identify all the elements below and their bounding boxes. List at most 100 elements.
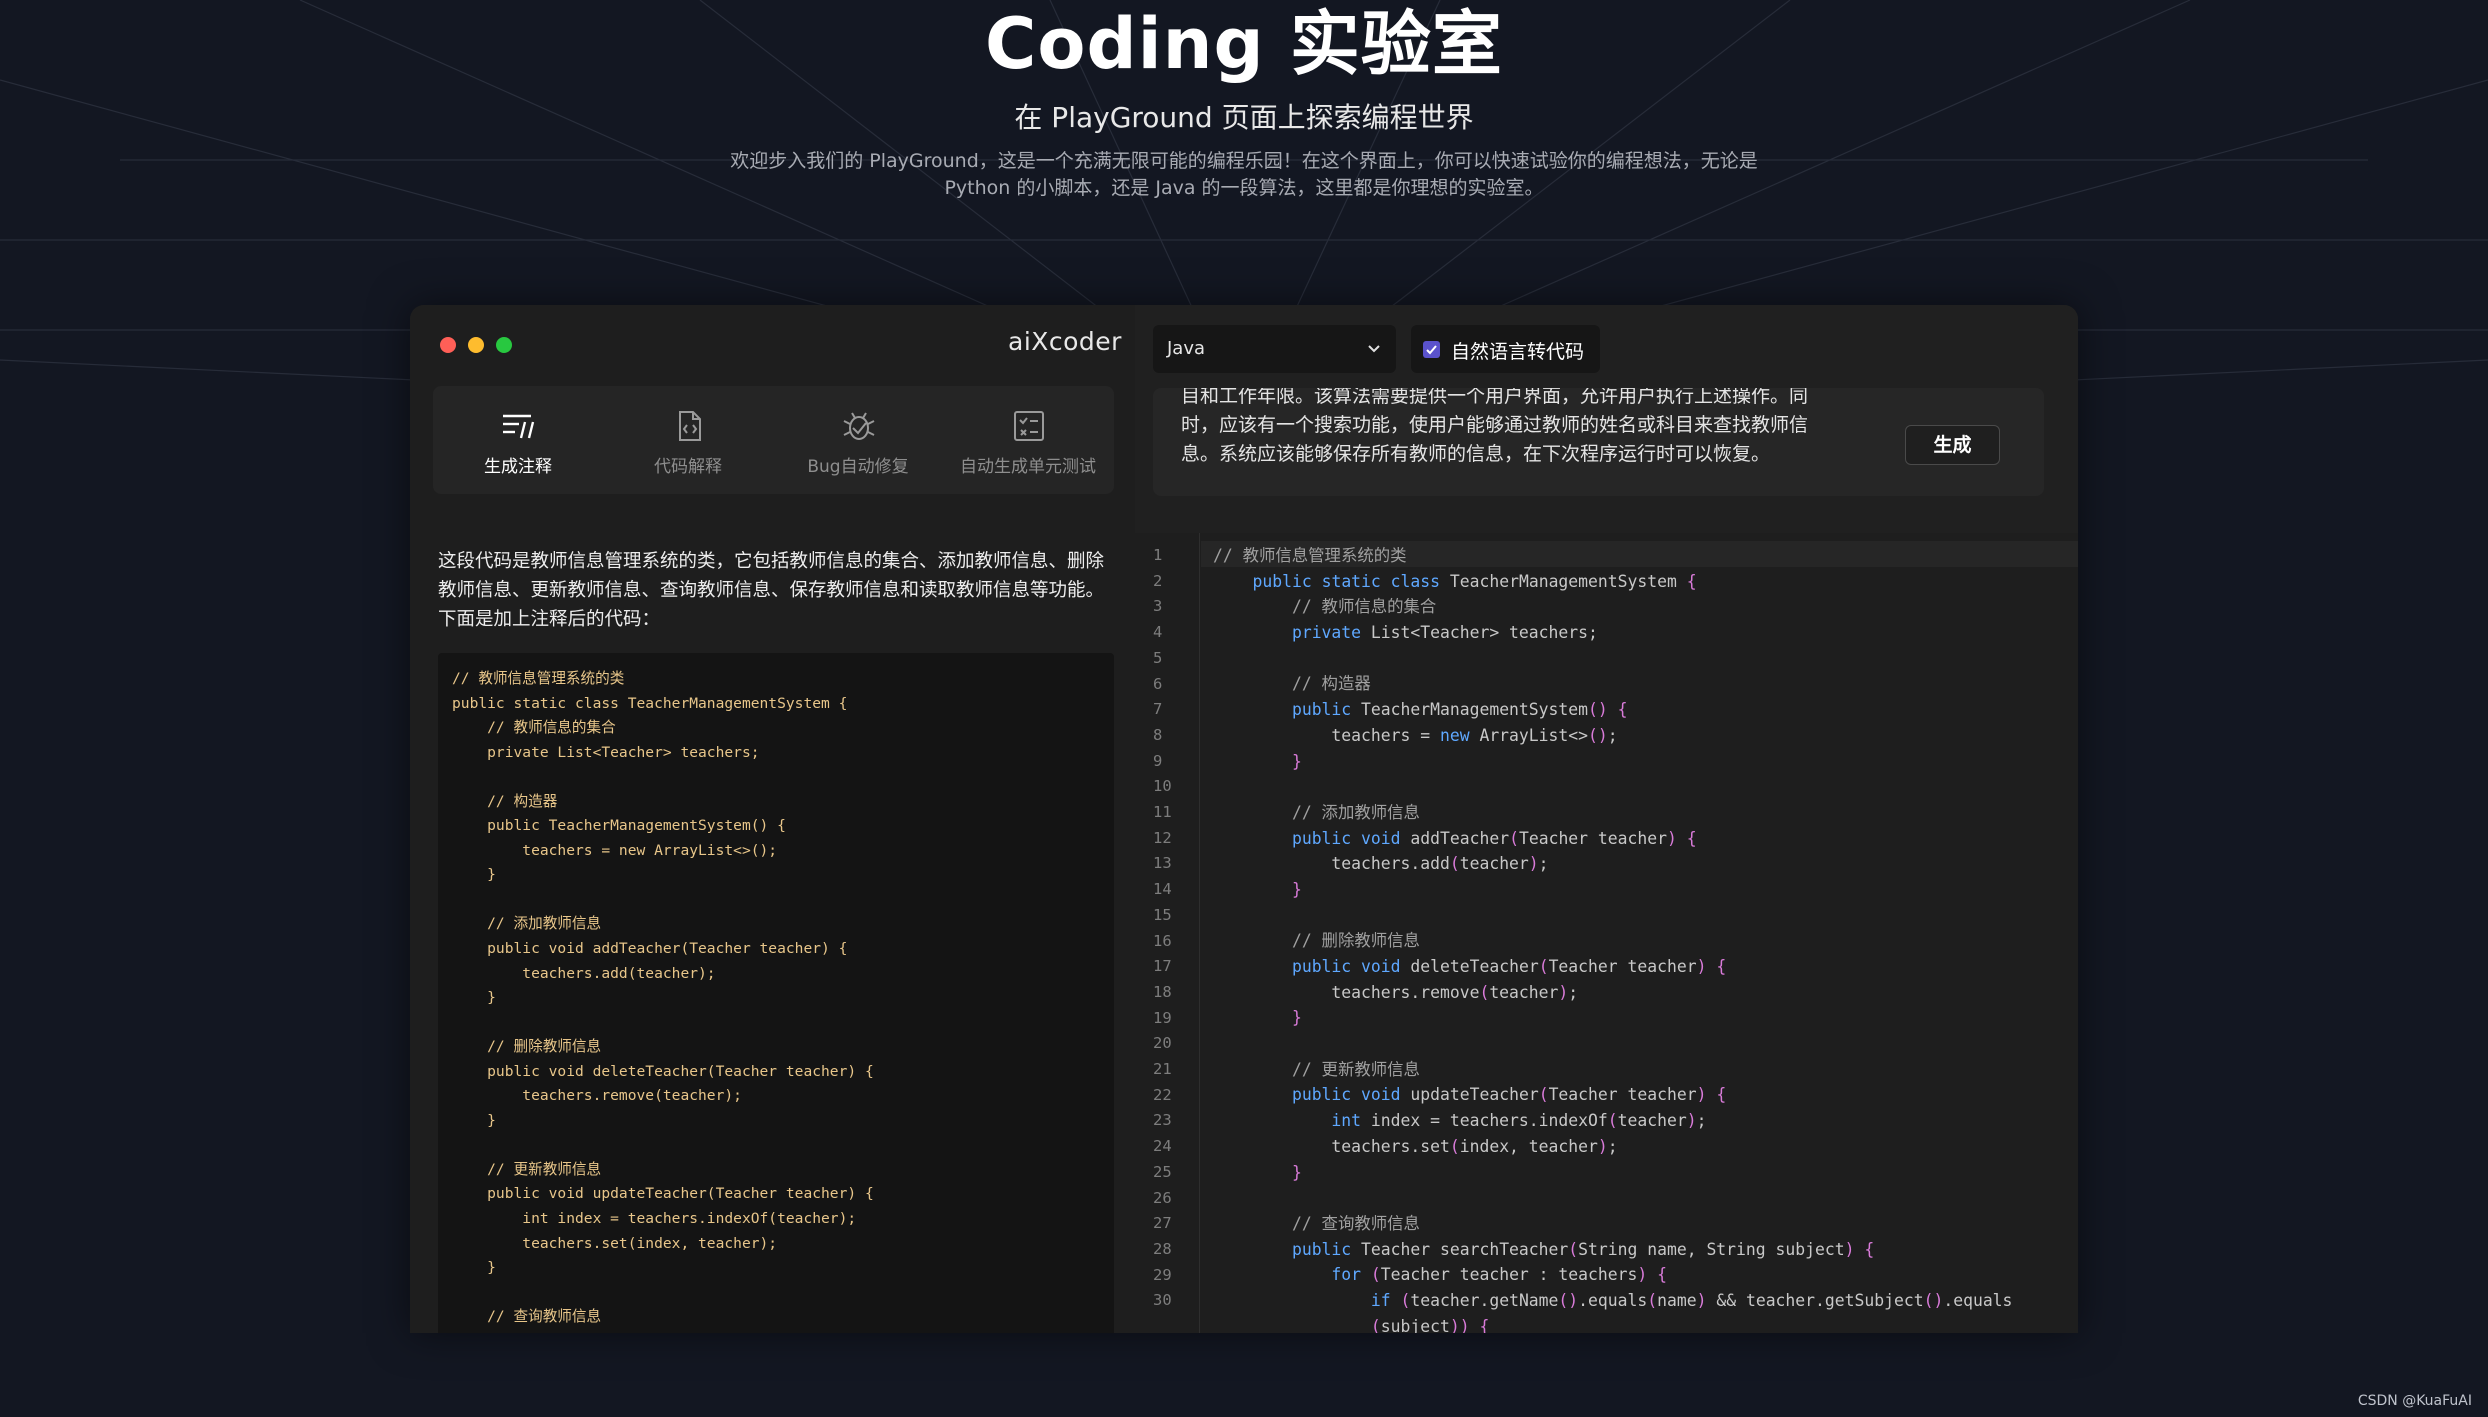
code-line: teachers.add(teacher);	[1213, 854, 1549, 874]
line-number: 6	[1153, 674, 1163, 693]
prompt-text[interactable]: 目和工作年限。该算法需要提供一个用户界面，允许用户执行上述操作。同 时，应该有一…	[1181, 388, 1821, 469]
prompt-line: 目和工作年限。该算法需要提供一个用户界面，允许用户执行上述操作。同	[1181, 388, 1809, 407]
code-line: teachers.set(index, teacher);	[1213, 1136, 1618, 1156]
description-line: 欢迎步入我们的 PlayGround，这是一个充满无限可能的编程乐园！在这个界面…	[730, 150, 1758, 172]
line-number: 20	[1153, 1034, 1172, 1053]
code-line: // 教师信息的集合	[1291, 597, 1437, 617]
watermark: CSDN @KuaFuAI	[2357, 1393, 2472, 1409]
code-line: public TeacherManagementSystem() {	[1291, 700, 1628, 720]
code-line: if (teacher.getName().equals(name) && te…	[1370, 1290, 2013, 1310]
bug-fix-icon	[843, 412, 875, 440]
line-number: 12	[1153, 828, 1172, 847]
close-dot-icon[interactable]	[440, 337, 456, 353]
tab-label: 生成注释	[484, 457, 552, 477]
code-line: // 教师信息管理系统的类	[1213, 546, 1407, 565]
code-line: }	[1291, 1008, 1302, 1028]
playground-window: aiXcoder 生成注释 代码解释 Bug自动修复 自动生成单元测试 这段代码…	[410, 305, 2078, 1333]
line-number: 23	[1153, 1111, 1172, 1130]
line-number: 22	[1153, 1085, 1172, 1104]
tab-label: 自动生成单元测试	[960, 457, 1096, 477]
tab-code-explain[interactable]: 代码解释	[603, 386, 773, 494]
tab-bug-fix[interactable]: Bug自动修复	[773, 386, 943, 494]
code-line: }	[1291, 1162, 1302, 1182]
code-explain-icon	[679, 411, 701, 441]
chevron-down-icon	[1368, 345, 1380, 353]
language-value: Java	[1167, 338, 1206, 359]
right-panel: Java 自然语言转代码 目和工作年限。该算法需要提供一个用户界面，允许用户执行…	[1135, 305, 2078, 1333]
code-explanation: 这段代码是教师信息管理系统的类，它包括教师信息的集合、添加教师信息、删除教师信息…	[438, 551, 1105, 630]
minimize-dot-icon[interactable]	[468, 337, 484, 353]
line-number: 30	[1153, 1291, 1172, 1310]
line-number: 19	[1153, 1008, 1172, 1027]
tab-label: 代码解释	[654, 457, 722, 477]
code-line: }	[1291, 751, 1302, 771]
line-number: 26	[1153, 1188, 1172, 1207]
code-line: // 添加教师信息	[1291, 802, 1420, 822]
tab-generate-comment[interactable]: 生成注释	[433, 386, 603, 494]
line-number: 29	[1153, 1265, 1172, 1284]
line-number-gutter: 1 2 3 4 5 6 7 8 9 10 11 12 13 14 15 16 17 18 19 20 21 22 23 24 2…	[1135, 533, 1200, 1333]
line-number: 17	[1153, 957, 1172, 976]
language-select[interactable]: Java	[1153, 325, 1396, 373]
code-line: }	[1291, 879, 1302, 899]
code-line: private List<Teacher> teachers;	[1291, 623, 1598, 643]
commented-code: // 教师信息管理系统的类 public static class Teache…	[452, 670, 874, 1326]
aixcoder-logo: aiXcoder	[1008, 327, 1122, 356]
page-title: Coding 实验室	[985, 3, 1503, 85]
line-number: 14	[1153, 880, 1172, 899]
line-number: 10	[1153, 777, 1172, 796]
tab-label: Bug自动修复	[807, 457, 909, 477]
nl-to-code-checkbox[interactable]: 自然语言转代码	[1411, 325, 1600, 373]
prompt-input[interactable]: 目和工作年限。该算法需要提供一个用户界面，允许用户执行上述操作。同 时，应该有一…	[1153, 388, 2044, 496]
line-number: 9	[1153, 751, 1163, 770]
line-number: 24	[1153, 1137, 1172, 1156]
line-number: 2	[1153, 571, 1163, 590]
generate-comment-icon	[503, 414, 535, 439]
left-panel: aiXcoder 生成注释 代码解释 Bug自动修复 自动生成单元测试 这段代码…	[410, 305, 1135, 1333]
code-line: public void addTeacher(Teacher teacher) …	[1291, 828, 1697, 848]
line-number: 28	[1153, 1239, 1172, 1258]
maximize-dot-icon[interactable]	[496, 337, 512, 353]
line-number: 1	[1153, 546, 1163, 564]
code-line: (subject)) {	[1370, 1316, 1490, 1333]
code-line: // 查询教师信息	[1291, 1213, 1420, 1233]
line-number: 25	[1153, 1162, 1172, 1181]
code-line: // 更新教师信息	[1291, 1059, 1420, 1079]
line-number: 4	[1153, 623, 1163, 642]
page-subtitle: 在 PlayGround 页面上探索编程世界	[1014, 101, 1474, 134]
code-editor[interactable]: 1 2 3 4 5 6 7 8 9 10 11 12 13 14 15 16 17 18 19 20 21 22 23 24 2…	[1135, 533, 2078, 1333]
code-line: teachers = new ArrayList<>();	[1213, 725, 1618, 745]
commented-code-block: // 教师信息管理系统的类 public static class Teache…	[438, 653, 1114, 1333]
line-number: 3	[1153, 597, 1163, 616]
code-line: public void updateTeacher(Teacher teache…	[1291, 1085, 1727, 1105]
prompt-line: 时，应该有一个搜索功能，使用户能够通过教师的姓名或科目来查找教师信	[1181, 414, 1809, 436]
code-line: // 构造器	[1291, 674, 1371, 694]
tab-unit-test[interactable]: 自动生成单元测试	[943, 386, 1113, 494]
line-number: 27	[1153, 1214, 1172, 1233]
unit-test-icon	[1014, 411, 1044, 441]
code-line: public Teacher searchTeacher(String name…	[1291, 1239, 1875, 1259]
nl-to-code-label: 自然语言转代码	[1451, 341, 1585, 363]
generated-code[interactable]: // 教师信息管理系统的类 public static class Teache…	[1213, 543, 2073, 1333]
prompt-line: 息。系统应该能够保存所有教师的信息，在下次程序运行时可以恢复。	[1181, 443, 1771, 465]
line-number: 15	[1153, 905, 1172, 924]
code-line: for (Teacher teacher : teachers) {	[1331, 1265, 1667, 1285]
code-line: int index = teachers.indexOf(teacher);	[1331, 1111, 1707, 1131]
code-line: // 删除教师信息	[1291, 931, 1420, 951]
line-number: 13	[1153, 854, 1172, 873]
line-number: 16	[1153, 931, 1172, 950]
description-line: Python 的小脚本，还是 Java 的一段算法，这里都是你理想的实验室。	[944, 177, 1544, 199]
checkbox-checked-icon[interactable]	[1423, 341, 1440, 358]
line-number: 11	[1153, 803, 1172, 821]
code-line: public void deleteTeacher(Teacher teache…	[1291, 957, 1727, 976]
generate-button[interactable]: 生成	[1905, 425, 2000, 465]
line-number: 5	[1153, 648, 1163, 667]
line-number: 21	[1153, 1060, 1172, 1078]
page-description: 欢迎步入我们的 PlayGround，这是一个充满无限可能的编程乐园！在这个界面…	[724, 148, 1764, 202]
code-line: public static class TeacherManagementSys…	[1252, 571, 1697, 591]
